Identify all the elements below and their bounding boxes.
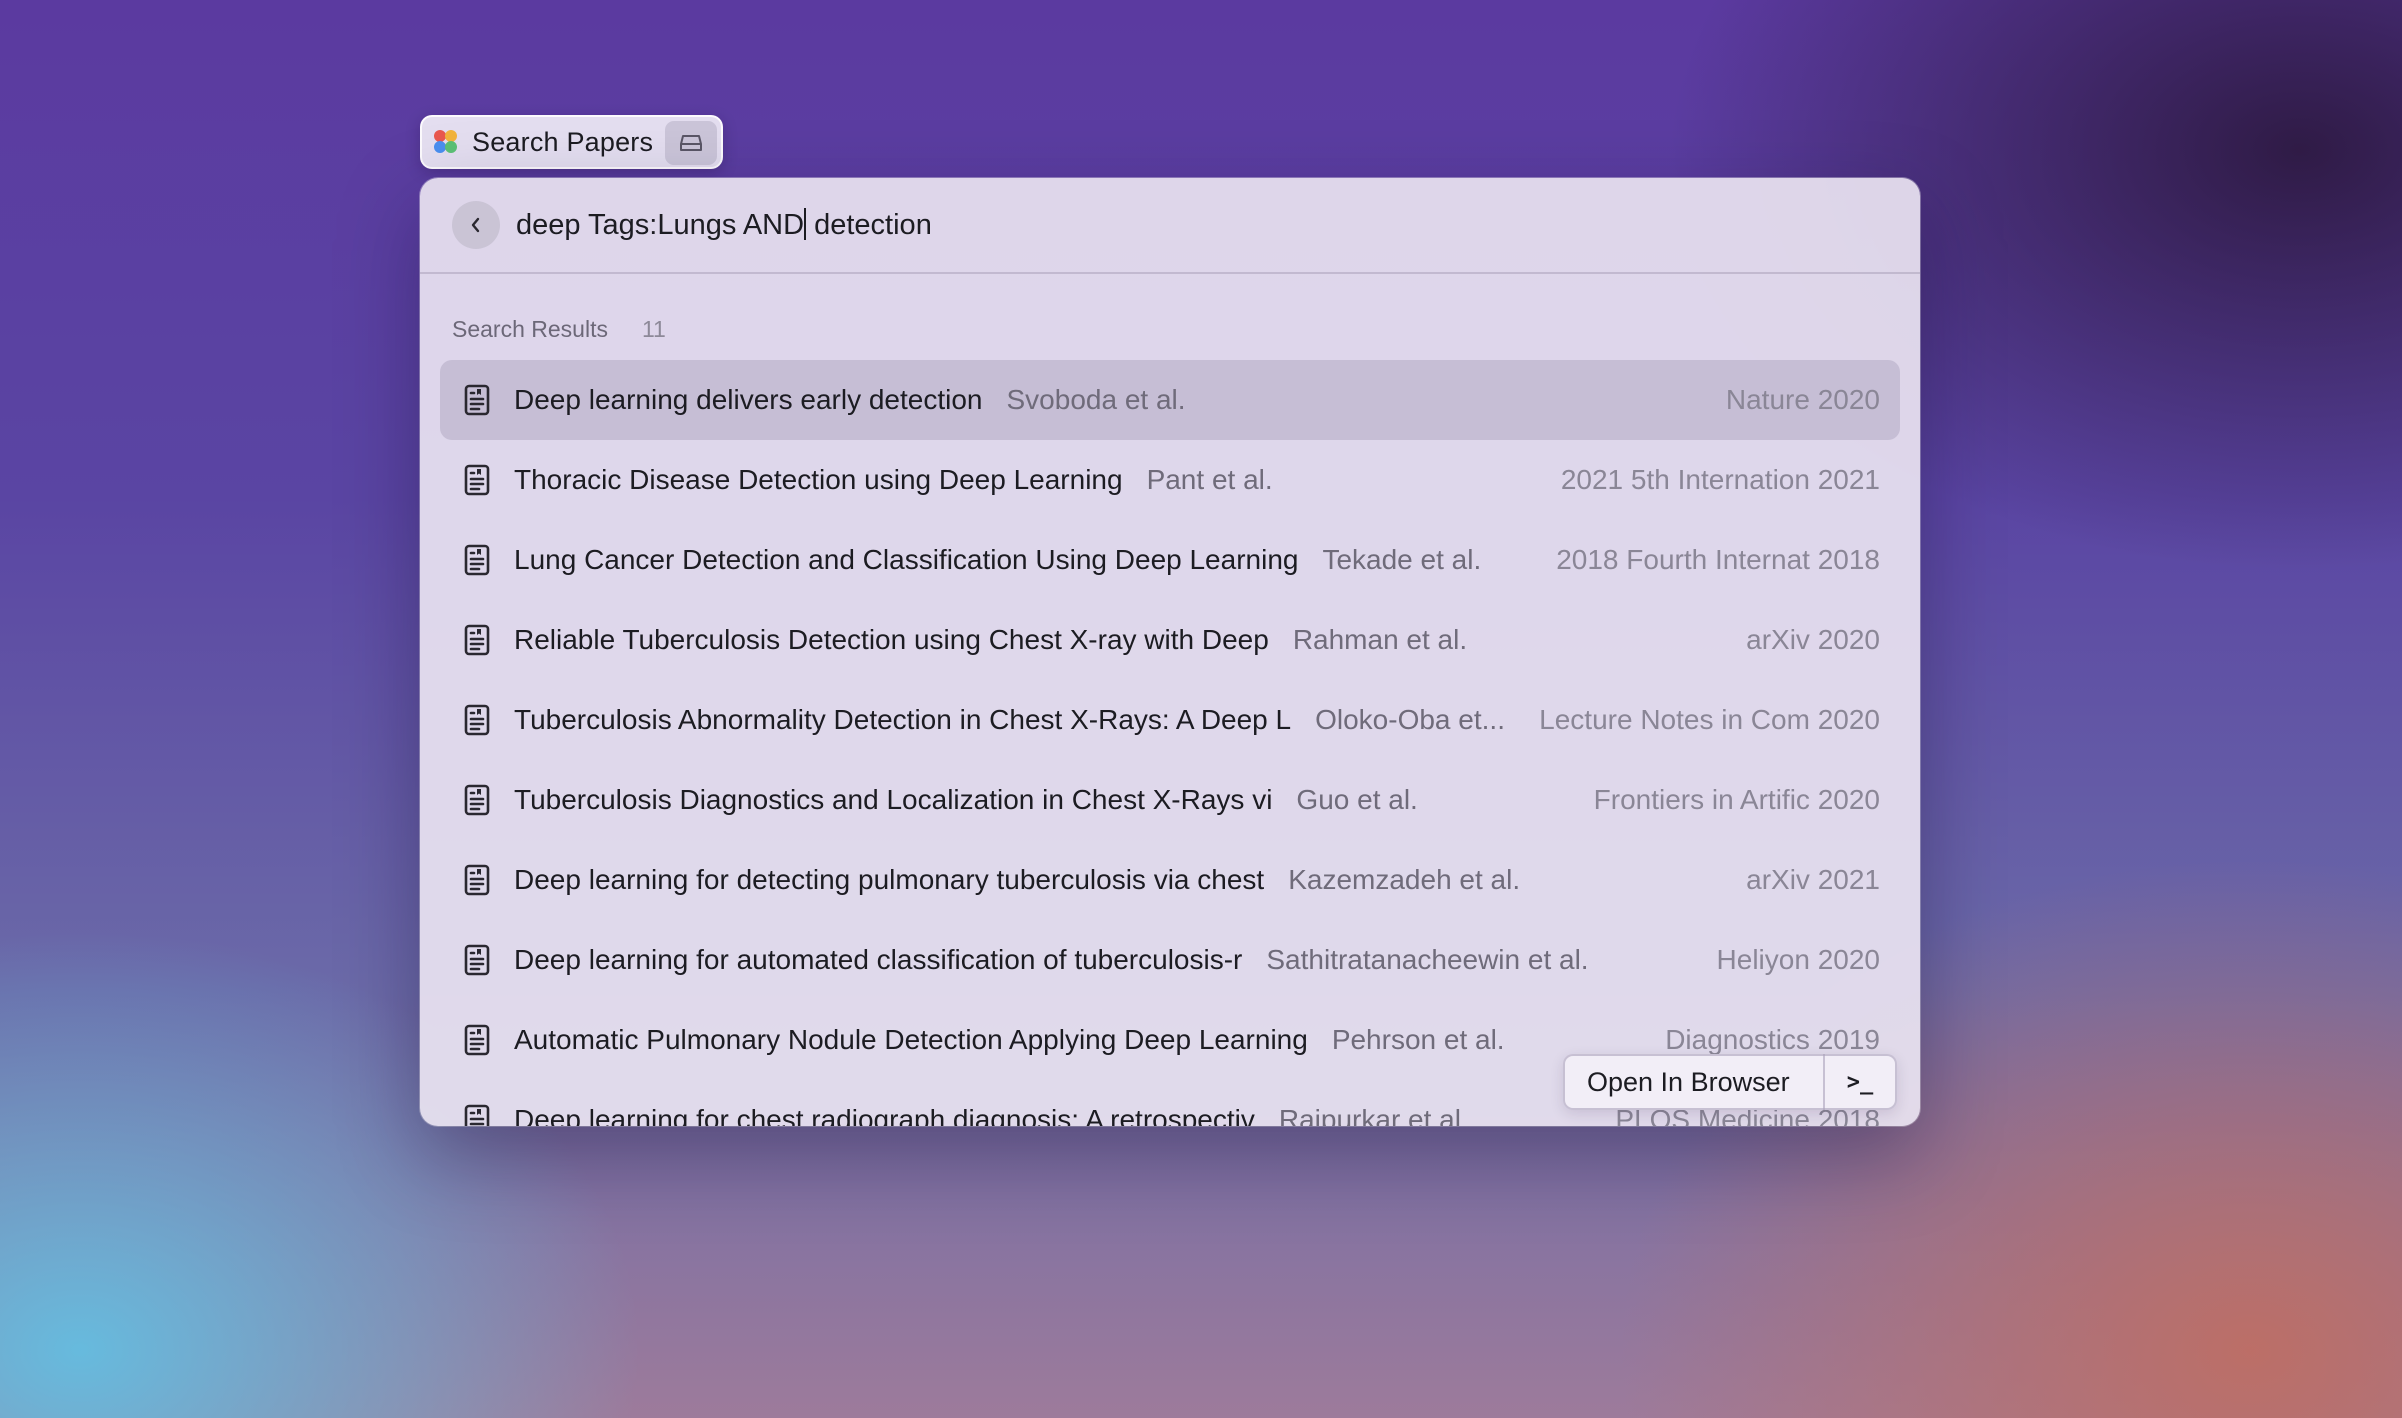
search-window: deep Tags:Lungs AND detection Search Res… [420,178,1920,1126]
result-title: Deep learning delivers early detection [514,384,983,415]
result-authors: Kazemzadeh et al. [1288,864,1521,895]
results-list: Deep learning delivers early detection Sv… [440,360,1900,1126]
result-row[interactable]: Deep learning for detecting pulmonary tu… [440,840,1900,920]
tray-icon [680,135,702,151]
result-row[interactable]: Tuberculosis Diagnostics and Localizatio… [440,760,1900,840]
result-title: Deep learning for chest radiograph diagn… [514,1104,1255,1126]
result-title: Tuberculosis Abnormality Detection in Ch… [514,704,1292,735]
result-row[interactable]: Reliable Tuberculosis Detection using Ch… [440,600,1900,680]
terminal-actions-button[interactable]: >_ [1825,1070,1895,1095]
search-input[interactable]: deep Tags:Lungs AND detection [516,208,932,242]
result-venue-year: Heliyon 2020 [1716,944,1880,975]
chevron-left-icon [471,217,480,233]
back-button[interactable] [452,201,500,249]
result-title: Automatic Pulmonary Nodule Detection App… [514,1024,1308,1055]
result-authors: Rajpurkar et al. [1278,1104,1469,1126]
result-title: Reliable Tuberculosis Detection using Ch… [514,624,1269,655]
result-authors: Tekade et al. [1322,544,1482,575]
document-icon [462,864,492,896]
document-icon [462,384,492,416]
result-authors: Pehrson et al. [1331,1024,1505,1055]
extension-tab[interactable]: Search Papers [420,115,723,169]
search-bar: deep Tags:Lungs AND detection [420,178,1920,274]
document-icon [462,704,492,736]
document-icon [462,544,492,576]
tray-button[interactable] [665,121,717,165]
document-icon [462,464,492,496]
open-in-browser-button[interactable]: Open In Browser [1565,1067,1823,1098]
result-venue-year: Diagnostics 2019 [1665,1024,1880,1055]
result-authors: Sathitratanacheewin et al. [1266,944,1589,975]
result-row[interactable]: Lung Cancer Detection and Classification… [440,520,1900,600]
result-venue-year: arXiv 2020 [1746,624,1880,655]
extension-title: Search Papers [472,126,654,157]
result-title: Tuberculosis Diagnostics and Localizatio… [514,784,1273,815]
colorful-flower-logo-icon [434,130,458,154]
query-text-before-cursor: deep Tags:Lungs AND [516,209,805,241]
result-row[interactable]: Deep learning for automated classificati… [440,920,1900,1000]
result-title: Thoracic Disease Detection using Deep Le… [514,464,1123,495]
action-bar: Open In Browser >_ [1563,1054,1897,1110]
result-title: Deep learning for detecting pulmonary tu… [514,864,1265,895]
result-venue-year: arXiv 2021 [1746,864,1880,895]
section-title: Search Results [452,316,608,342]
document-icon [462,624,492,656]
result-authors: Pant et al. [1146,464,1273,495]
result-authors: Guo et al. [1296,784,1418,815]
result-count: 11 [641,316,666,342]
result-row[interactable]: Deep learning delivers early detection Sv… [440,360,1900,440]
document-icon [462,944,492,976]
result-title: Deep learning for automated classificati… [514,944,1243,975]
result-title: Lung Cancer Detection and Classification… [514,544,1299,575]
document-icon [462,784,492,816]
section-header: Search Results 11 [452,316,666,343]
result-venue-year: 2018 Fourth Internat 2018 [1556,544,1880,575]
result-row[interactable]: Tuberculosis Abnormality Detection in Ch… [440,680,1900,760]
result-venue-year: 2021 5th Internation 2021 [1560,464,1880,495]
query-text-after-cursor: detection [806,209,932,241]
result-authors: Svoboda et al. [1006,384,1186,415]
result-venue-year: Lecture Notes in Com 2020 [1539,704,1880,735]
result-venue-year: Nature 2020 [1725,384,1880,415]
result-venue-year: Frontiers in Artific 2020 [1593,784,1880,815]
document-icon [462,1104,492,1126]
document-icon [462,1024,492,1056]
result-row[interactable]: Thoracic Disease Detection using Deep Le… [440,440,1900,520]
result-authors: Oloko-Oba et... [1315,704,1505,735]
result-authors: Rahman et al. [1292,624,1468,655]
